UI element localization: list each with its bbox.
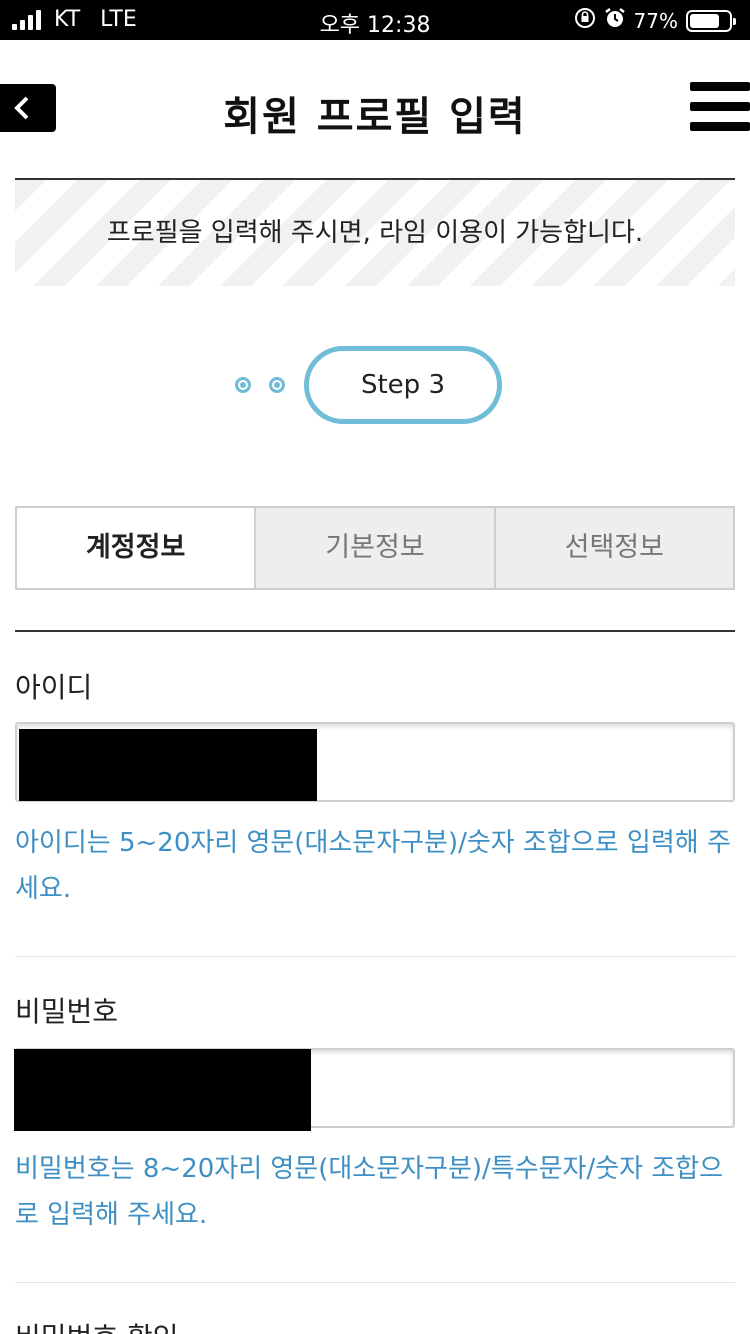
tab-basic-info[interactable]: 기본정보 [254, 508, 494, 588]
redacted-value [19, 729, 317, 801]
id-hint: 아이디는 5~20자리 영문(대소문자구분)/숫자 조합으로 입력해 주세요. [15, 828, 731, 904]
step-1-dot [235, 377, 251, 393]
redacted-value [14, 1049, 311, 1131]
battery-percent: 77% [633, 8, 678, 33]
tab-optional-info[interactable]: 선택정보 [493, 508, 733, 588]
id-input[interactable] [15, 722, 735, 802]
field-separator [15, 1282, 735, 1283]
page-header: 회원 프로필 입력 [0, 40, 750, 178]
alarm-icon [604, 7, 626, 34]
status-bar: KT LTE 오후 12:38 77% [0, 0, 750, 40]
password-label: 비밀번호 [15, 995, 119, 1028]
step-2-dot [269, 377, 285, 393]
status-bar-right: 77% [566, 7, 736, 34]
tab-account-info[interactable]: 계정정보 [17, 508, 255, 588]
hamburger-menu-icon[interactable] [690, 82, 750, 134]
rotation-lock-icon [574, 7, 596, 34]
profile-notice-banner: 프로필을 입력해 주시면, 라임 이용이 가능합니다. [15, 180, 735, 286]
battery-icon [686, 9, 736, 32]
current-step-indicator: Step 3 [304, 346, 502, 424]
password-input[interactable] [14, 1048, 735, 1131]
field-separator [15, 956, 735, 957]
password-confirm-label: 비밀번호 확인 [15, 1316, 178, 1334]
password-hint: 비밀번호는 8~20자리 영문(대소문자구분)/특수문자/숫자 조합으로 입력해… [15, 1154, 724, 1230]
page-title: 회원 프로필 입력 [223, 94, 527, 140]
battery-fill [690, 13, 720, 28]
form-divider [15, 630, 735, 632]
profile-tabs: 계정정보 기본정보 선택정보 [15, 506, 735, 590]
id-label: 아이디 [15, 671, 93, 704]
